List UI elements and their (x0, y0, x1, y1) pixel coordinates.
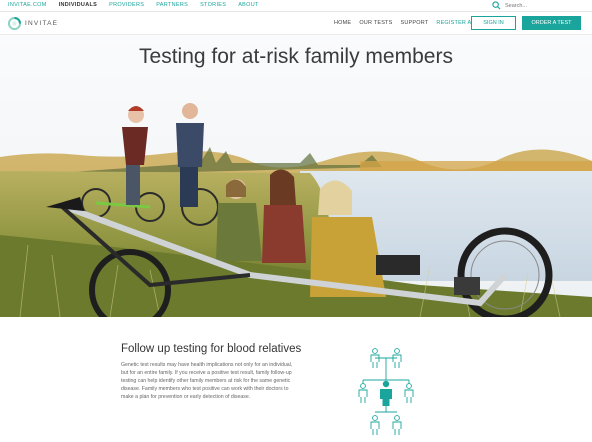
sign-in-button[interactable]: SIGN IN (471, 16, 516, 30)
utility-link-stories[interactable]: STORIES (200, 2, 226, 8)
utility-bar: INVITAE.COM INDIVIDUALS PROVIDERS PARTNE… (0, 0, 592, 12)
nav-item-our-tests[interactable]: OUR TESTS (359, 20, 392, 26)
hero-title: Testing for at-risk family members (139, 45, 453, 68)
invitae-logo[interactable]: INVITAE (8, 17, 58, 30)
utility-link-providers[interactable]: PROVIDERS (109, 2, 144, 8)
section-body-text: Genetic test results may have health imp… (121, 362, 293, 401)
hero-photo-family-outdoors (0, 35, 592, 317)
logo-wordmark: INVITAE (25, 20, 59, 27)
nav-item-home[interactable]: HOME (334, 20, 351, 26)
order-a-test-button[interactable]: ORDER A TEST (522, 16, 581, 30)
search-icon[interactable] (492, 1, 501, 10)
utility-link-about[interactable]: ABOUT (238, 2, 258, 8)
family-tree-icon (358, 348, 414, 435)
search-box (492, 1, 591, 10)
invitae-logo-icon (8, 17, 21, 30)
search-input[interactable] (505, 1, 591, 10)
section-title: Follow up testing for blood relatives (121, 343, 302, 355)
main-nav: INVITAE HOME OUR TESTS SUPPORT REGISTER … (0, 12, 592, 35)
utility-link-partners[interactable]: PARTNERS (156, 2, 188, 8)
utility-link-individuals[interactable]: INDIVIDUALS (59, 2, 97, 8)
utility-links: INVITAE.COM INDIVIDUALS PROVIDERS PARTNE… (8, 2, 259, 8)
utility-link-invitae-com[interactable]: INVITAE.COM (8, 2, 47, 8)
nav-item-support[interactable]: SUPPORT (401, 20, 429, 26)
nav-menu: HOME OUR TESTS SUPPORT REGISTER A TEST (334, 20, 488, 26)
hero-banner: Testing for at-risk family members (0, 35, 592, 317)
